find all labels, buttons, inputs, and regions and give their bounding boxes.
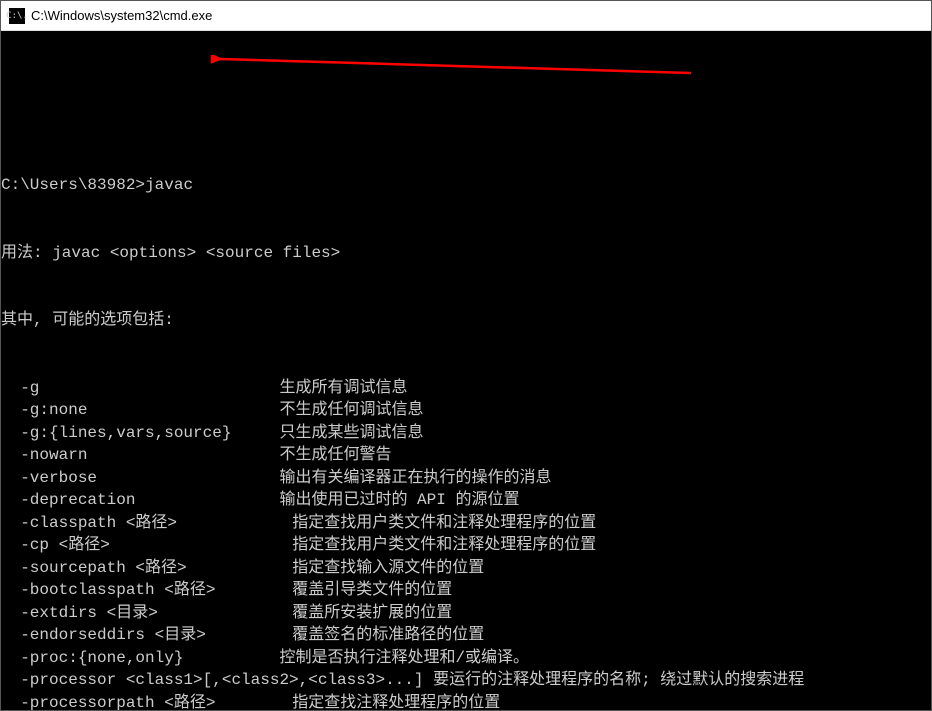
option-line: -g 生成所有调试信息: [1, 377, 931, 400]
titlebar[interactable]: C:\. C:\Windows\system32\cmd.exe: [1, 1, 931, 31]
option-desc: 覆盖签名的标准路径的位置: [292, 626, 484, 644]
option-desc: 只生成某些调试信息: [279, 424, 423, 442]
window-title: C:\Windows\system32\cmd.exe: [31, 8, 212, 23]
command-text: javac: [145, 176, 193, 194]
option-line: -processor <class1>[,<class2>,<class3>..…: [1, 669, 931, 692]
option-line: -nowarn 不生成任何警告: [1, 444, 931, 467]
option-line: -processorpath <路径> 指定查找注释处理程序的位置: [1, 692, 931, 711]
option-line: -classpath <路径> 指定查找用户类文件和注释处理程序的位置: [1, 512, 931, 535]
option-line: -g:none 不生成任何调试信息: [1, 399, 931, 422]
option-flag: -cp <路径>: [1, 536, 292, 554]
usage-line: 用法: javac <options> <source files>: [1, 242, 931, 265]
option-flag: -nowarn: [1, 446, 279, 464]
option-flag: -proc:{none,only}: [1, 649, 279, 667]
option-flag: -g: [1, 379, 279, 397]
options-header: 其中, 可能的选项包括:: [1, 309, 931, 332]
option-flag: -deprecation: [1, 491, 279, 509]
cmd-window: C:\. C:\Windows\system32\cmd.exe C:\User…: [0, 0, 932, 711]
prompt-line: C:\Users\83982>javac: [1, 174, 931, 197]
option-desc: 输出使用已过时的 API 的源位置: [279, 491, 519, 509]
option-flag: -classpath <路径>: [1, 514, 292, 532]
option-flag: -g:{lines,vars,source}: [1, 424, 279, 442]
option-desc: 指定查找用户类文件和注释处理程序的位置: [292, 536, 596, 554]
option-desc: 指定查找注释处理程序的位置: [292, 694, 500, 711]
option-line: -cp <路径> 指定查找用户类文件和注释处理程序的位置: [1, 534, 931, 557]
option-line: -bootclasspath <路径> 覆盖引导类文件的位置: [1, 579, 931, 602]
prompt-text: C:\Users\83982>: [1, 176, 145, 194]
option-flag: -bootclasspath <路径>: [1, 581, 292, 599]
option-flag: -processor <class1>[,<class2>,<class3>..…: [1, 671, 433, 689]
option-flag: -extdirs <目录>: [1, 604, 292, 622]
option-desc: 覆盖所安装扩展的位置: [292, 604, 452, 622]
option-desc: 不生成任何警告: [279, 446, 391, 464]
terminal-area[interactable]: C:\Users\83982>javac 用法: javac <options>…: [1, 31, 931, 710]
option-flag: -verbose: [1, 469, 279, 487]
cmd-icon: C:\.: [9, 8, 25, 24]
option-line: -g:{lines,vars,source} 只生成某些调试信息: [1, 422, 931, 445]
option-line: -verbose 输出有关编译器正在执行的操作的消息: [1, 467, 931, 490]
option-line: -extdirs <目录> 覆盖所安装扩展的位置: [1, 602, 931, 625]
option-flag: -endorseddirs <目录>: [1, 626, 292, 644]
option-desc: 控制是否执行注释处理和/或编译。: [279, 649, 529, 667]
option-flag: -g:none: [1, 401, 279, 419]
option-line: -sourcepath <路径> 指定查找输入源文件的位置: [1, 557, 931, 580]
option-line: -proc:{none,only} 控制是否执行注释处理和/或编译。: [1, 647, 931, 670]
option-flag: -sourcepath <路径>: [1, 559, 292, 577]
option-desc: 要运行的注释处理程序的名称; 绕过默认的搜索进程: [433, 671, 804, 689]
option-desc: 覆盖引导类文件的位置: [292, 581, 452, 599]
option-desc: 输出有关编译器正在执行的操作的消息: [279, 469, 551, 487]
option-desc: 不生成任何调试信息: [279, 401, 423, 419]
option-desc: 指定查找输入源文件的位置: [292, 559, 484, 577]
annotation-arrow: [211, 55, 691, 75]
option-desc: 生成所有调试信息: [279, 379, 407, 397]
option-desc: 指定查找用户类文件和注释处理程序的位置: [292, 514, 596, 532]
blank-line: [1, 107, 931, 130]
option-line: -endorseddirs <目录> 覆盖签名的标准路径的位置: [1, 624, 931, 647]
option-line: -deprecation 输出使用已过时的 API 的源位置: [1, 489, 931, 512]
options-list: -g 生成所有调试信息 -g:none 不生成任何调试信息 -g:{lines,…: [1, 377, 931, 711]
option-flag: -processorpath <路径>: [1, 694, 292, 711]
